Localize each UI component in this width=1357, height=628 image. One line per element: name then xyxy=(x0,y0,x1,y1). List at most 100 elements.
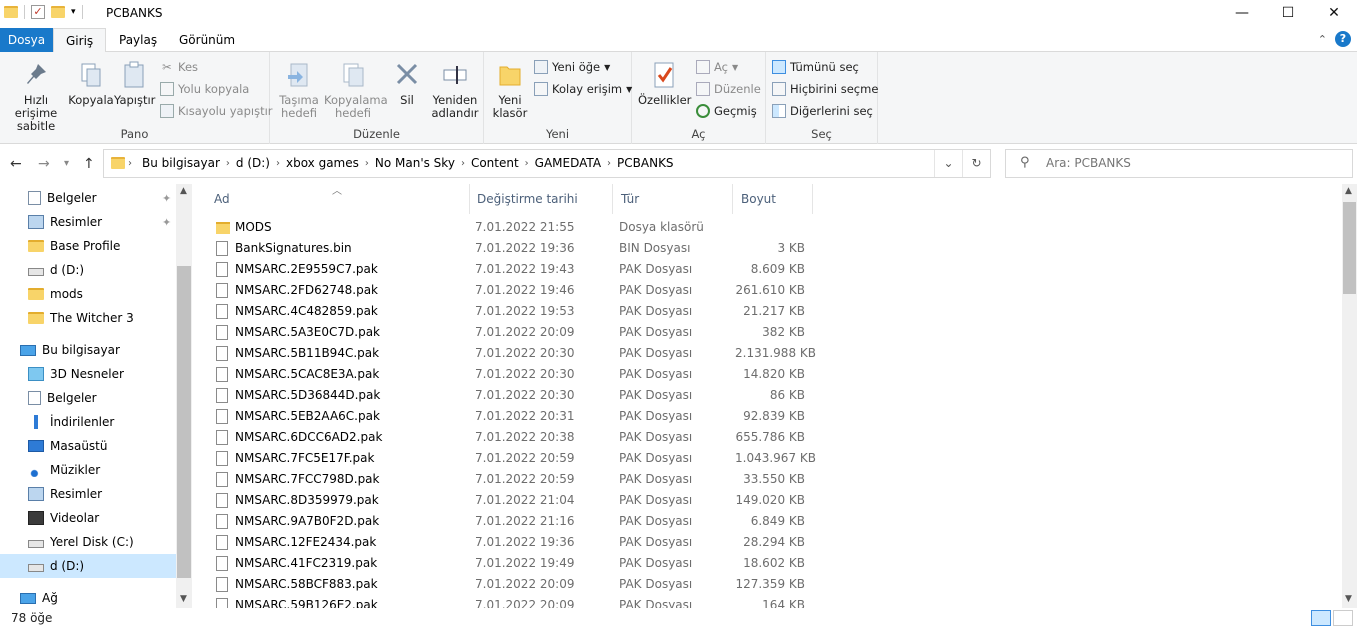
easy-access-button[interactable]: Kolay erişim ▼ xyxy=(534,80,632,98)
recent-locations-icon[interactable]: ▾ xyxy=(64,158,69,169)
tab-home[interactable]: Giriş xyxy=(53,28,107,53)
scroll-up-icon[interactable]: ▲ xyxy=(180,186,187,196)
copy-path-button[interactable]: Yolu kopyala xyxy=(160,80,249,98)
breadcrumb-item[interactable]: GAMEDATA xyxy=(529,156,607,170)
file-row[interactable]: NMSARC.59B126E2.pak 7.01.2022 20:09 PAK Do… xyxy=(212,595,812,608)
scroll-up-icon[interactable]: ▲ xyxy=(1345,186,1352,196)
properties-icon[interactable]: ✓ xyxy=(31,5,45,19)
tab-share[interactable]: Paylaş xyxy=(107,28,169,52)
properties-button[interactable]: Özellikler xyxy=(638,60,691,107)
file-row[interactable]: NMSARC.8D359979.pak 7.01.2022 21:04 PAK Do… xyxy=(212,490,812,511)
help-icon[interactable]: ? xyxy=(1335,31,1351,47)
search-input[interactable] xyxy=(1046,156,1346,170)
copy-to-button[interactable]: Kopyalama hedefi xyxy=(324,60,388,120)
nav-item-label: mods xyxy=(50,287,83,301)
column-header-date[interactable]: Değiştirme tarihi xyxy=(469,184,613,214)
minimize-button[interactable]: — xyxy=(1219,0,1265,28)
file-row[interactable]: NMSARC.6DCC6AD2.pak 7.01.2022 20:38 PAK Do… xyxy=(212,427,812,448)
nav-item-pc-5[interactable]: Resimler xyxy=(0,482,176,506)
copy-button[interactable]: Kopyala xyxy=(68,60,114,107)
nav-item-quick-3[interactable]: d (D:) xyxy=(0,258,176,282)
pin-quick-access-button[interactable]: Hızlı erişime sabitle xyxy=(2,60,70,133)
select-none-button[interactable]: Hiçbirini seçme xyxy=(772,80,878,98)
breadcrumb-item[interactable]: Content xyxy=(465,156,525,170)
paste-button[interactable]: Yapıştır xyxy=(114,60,155,107)
nav-item-pc-0[interactable]: 3D Nesneler xyxy=(0,362,176,386)
file-list-scrollbar-thumb[interactable] xyxy=(1343,202,1356,294)
new-item-button[interactable]: Yeni öğe ▼ xyxy=(534,58,610,76)
up-icon[interactable]: ↑ xyxy=(83,156,95,172)
nav-item-quick-0[interactable]: Belgeler ✦ xyxy=(0,186,176,210)
maximize-button[interactable]: ☐ xyxy=(1265,0,1311,28)
tab-file[interactable]: Dosya xyxy=(0,28,53,52)
file-row[interactable]: NMSARC.7FC5E17F.pak 7.01.2022 20:59 PAK Do… xyxy=(212,448,816,469)
paste-shortcut-button[interactable]: Kısayolu yapıştır xyxy=(160,102,273,120)
forward-icon[interactable]: → xyxy=(38,156,50,172)
move-to-button[interactable]: Taşıma hedefi xyxy=(274,60,324,120)
folder-row[interactable]: MODS 7.01.2022 21:55 Dosya klasörü xyxy=(212,217,812,238)
file-row[interactable]: NMSARC.5D36844D.pak 7.01.2022 20:30 PAK Do… xyxy=(212,385,812,406)
search-box[interactable]: ⚲ xyxy=(1005,149,1353,178)
address-bar[interactable]: › Bu bilgisayar › d (D:) › xbox games › No … xyxy=(103,149,991,178)
nav-item-label: Resimler xyxy=(50,215,103,229)
nav-item-pc-7[interactable]: Yerel Disk (C:) xyxy=(0,530,176,554)
close-button[interactable]: ✕ xyxy=(1311,0,1357,28)
tab-view[interactable]: Görünüm xyxy=(167,28,247,52)
invert-selection-button[interactable]: Diğerlerini seç xyxy=(772,102,873,120)
new-folder-button[interactable]: Yeni klasör xyxy=(490,60,530,120)
nav-item-quick-2[interactable]: Base Profile xyxy=(0,234,176,258)
file-row[interactable]: NMSARC.2FD62748.pak 7.01.2022 19:46 PAK Do… xyxy=(212,280,812,301)
nav-item-pc-8[interactable]: d (D:) xyxy=(0,554,176,578)
cut-button[interactable]: ✂ Kes xyxy=(160,58,198,76)
nav-item-pc-3[interactable]: Masaüstü xyxy=(0,434,176,458)
nav-item-quick-4[interactable]: mods xyxy=(0,282,176,306)
breadcrumb-item[interactable]: Bu bilgisayar xyxy=(136,156,226,170)
file-row[interactable]: NMSARC.7FCC798D.pak 7.01.2022 20:59 PAK Do… xyxy=(212,469,812,490)
file-row[interactable]: NMSARC.2E9559C7.pak 7.01.2022 19:43 PAK Do… xyxy=(212,259,812,280)
file-row[interactable]: BankSignatures.bin 7.01.2022 19:36 BIN Dos… xyxy=(212,238,812,259)
file-row[interactable]: NMSARC.12FE2434.pak 7.01.2022 19:36 PAK Do… xyxy=(212,532,812,553)
column-header-type[interactable]: Tür xyxy=(613,184,733,214)
refresh-icon[interactable]: ↻ xyxy=(962,150,990,177)
nav-item-pc-6[interactable]: Videolar xyxy=(0,506,176,530)
rename-button[interactable]: Yeniden adlandır xyxy=(428,60,482,120)
file-row[interactable]: NMSARC.58BCF883.pak 7.01.2022 20:09 PAK Do… xyxy=(212,574,812,595)
breadcrumb-item[interactable]: No Man's Sky xyxy=(369,156,461,170)
chevron-up-icon[interactable]: ⌃ xyxy=(1318,33,1327,46)
back-icon[interactable]: ← xyxy=(10,156,22,172)
file-row[interactable]: NMSARC.9A7B0F2D.pak 7.01.2022 21:16 PAK Do… xyxy=(212,511,812,532)
scroll-down-icon[interactable]: ▼ xyxy=(180,594,187,604)
file-row[interactable]: NMSARC.5A3E0C7D.pak 7.01.2022 20:09 PAK Do… xyxy=(212,322,812,343)
nav-item-quick-5[interactable]: The Witcher 3 xyxy=(0,306,176,330)
open-button[interactable]: Aç ▼ xyxy=(696,58,738,76)
pin-icon: ✦ xyxy=(162,215,172,229)
scroll-down-icon[interactable]: ▼ xyxy=(1345,594,1352,604)
nav-item-network[interactable]: Ağ xyxy=(0,586,176,608)
nav-item-pc-2[interactable]: İndirilenler xyxy=(0,410,176,434)
large-icons-view-button[interactable] xyxy=(1333,610,1353,626)
nav-item-this-pc[interactable]: Bu bilgisayar xyxy=(0,338,176,362)
nav-item-pc-4[interactable]: Müzikler xyxy=(0,458,176,482)
breadcrumb-item[interactable]: PCBANKS xyxy=(611,156,680,170)
file-row[interactable]: NMSARC.5B11B94C.pak 7.01.2022 20:30 PAK Do… xyxy=(212,343,816,364)
file-row[interactable]: NMSARC.41FC2319.pak 7.01.2022 19:49 PAK Do… xyxy=(212,553,812,574)
file-size: 382 KB xyxy=(762,325,805,339)
column-header-name[interactable]: Ad xyxy=(206,184,470,214)
history-button[interactable]: Geçmiş xyxy=(696,102,757,120)
details-view-button[interactable] xyxy=(1311,610,1331,626)
nav-item-pc-1[interactable]: Belgeler xyxy=(0,386,176,410)
delete-button[interactable]: Sil xyxy=(388,60,426,107)
file-row[interactable]: NMSARC.4C482859.pak 7.01.2022 19:53 PAK Do… xyxy=(212,301,812,322)
edit-button[interactable]: Düzenle xyxy=(696,80,761,98)
nav-item-quick-1[interactable]: Resimler ✦ xyxy=(0,210,176,234)
breadcrumb-item[interactable]: xbox games xyxy=(280,156,365,170)
new-folder-icon[interactable] xyxy=(51,6,65,18)
column-header-size[interactable]: Boyut xyxy=(733,184,813,214)
select-all-button[interactable]: Tümünü seç xyxy=(772,58,859,76)
breadcrumb-item[interactable]: d (D:) xyxy=(230,156,276,170)
chevron-down-icon[interactable]: ▾ xyxy=(71,7,76,17)
file-row[interactable]: NMSARC.5CAC8E3A.pak 7.01.2022 20:30 PAK Do… xyxy=(212,364,812,385)
nav-scrollbar-thumb[interactable] xyxy=(177,266,191,578)
address-dropdown-icon[interactable]: ⌄ xyxy=(934,150,962,177)
file-row[interactable]: NMSARC.5EB2AA6C.pak 7.01.2022 20:31 PAK Do… xyxy=(212,406,812,427)
